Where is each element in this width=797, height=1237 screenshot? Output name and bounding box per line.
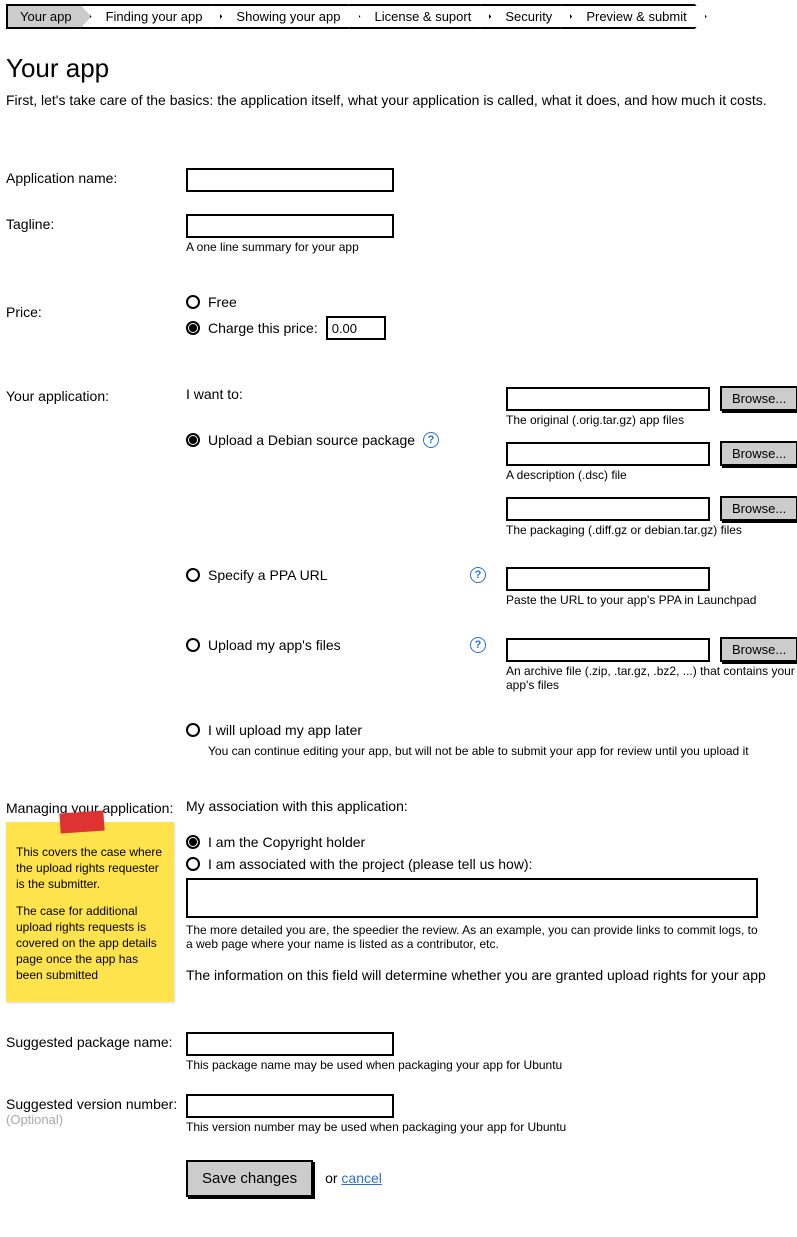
pkg-name-input[interactable] [186,1032,394,1056]
radio-upload-debian[interactable] [186,433,200,447]
managing-info: The information on this field will deter… [186,967,791,983]
opt-later-label: I will upload my app later [208,722,362,738]
help-icon[interactable]: ? [470,637,486,653]
sticky-note: This covers the case where the upload ri… [6,822,174,1002]
orig-hint: The original (.orig.tar.gz) app files [506,413,797,427]
sticky-p2: The case for additional upload rights re… [16,903,164,984]
step-nav: Your app Finding your app Showing your a… [6,4,791,29]
dsc-file-input[interactable] [506,442,710,466]
step-showing[interactable]: Showing your app [210,4,360,29]
radio-upload-files[interactable] [186,638,200,652]
opt-files-label: Upload my app's files [208,637,462,653]
label-pkg: Suggested package name: [6,1032,186,1050]
label-app-name: Application name: [6,168,186,186]
opt-ppa-label: Specify a PPA URL [208,567,462,583]
help-icon[interactable]: ? [470,567,486,583]
radio-associated[interactable] [186,857,200,871]
or-text: or [325,1170,337,1186]
label-price: Price: [6,294,186,320]
label-optional: (Optional) [6,1112,186,1127]
association-hint: The more detailed you are, the speedier … [186,923,758,951]
page-title: Your app [6,53,791,84]
browse-orig-button[interactable]: Browse... [720,386,797,411]
price-free-label: Free [208,294,237,310]
ver-hint: This version number may be used when pac… [186,1120,791,1134]
sticky-p1: This covers the case where the upload ri… [16,844,164,893]
diff-file-input[interactable] [506,497,710,521]
version-input[interactable] [186,1094,394,1118]
browse-diff-button[interactable]: Browse... [720,496,797,521]
browse-dsc-button[interactable]: Browse... [720,441,797,466]
label-tagline: Tagline: [6,214,186,232]
label-ver: Suggested version number: [6,1096,186,1112]
price-charge-label: Charge this price: [208,320,318,336]
i-want-to: I want to: [186,386,486,402]
help-icon[interactable]: ? [423,432,439,448]
step-preview[interactable]: Preview & submit [560,4,706,29]
cancel-link[interactable]: cancel [341,1170,381,1186]
radio-price-charge[interactable] [186,321,200,335]
step-security[interactable]: Security [479,4,572,29]
radio-ppa[interactable] [186,568,200,582]
browse-archive-button[interactable]: Browse... [720,637,797,662]
copyright-label: I am the Copyright holder [208,834,365,850]
diff-hint: The packaging (.diff.gz or debian.tar.gz… [506,523,797,537]
tagline-input[interactable] [186,214,394,238]
dsc-hint: A description (.dsc) file [506,468,797,482]
radio-upload-later[interactable] [186,723,200,737]
managing-heading: My association with this application: [186,798,791,814]
archive-file-input[interactable] [506,638,710,662]
step-your-app[interactable]: Your app [6,4,92,29]
radio-copyright[interactable] [186,835,200,849]
radio-price-free[interactable] [186,295,200,309]
label-your-application: Your application: [6,386,186,404]
page-intro: First, let's take care of the basics: th… [6,92,786,108]
step-license[interactable]: License & suport [349,4,492,29]
pkg-hint: This package name may be used when packa… [186,1058,791,1072]
archive-hint: An archive file (.zip, .tar.gz, .bz2, ..… [506,664,797,692]
opt-debian-label: Upload a Debian source package [208,432,415,448]
step-finding[interactable]: Finding your app [80,4,223,29]
app-name-input[interactable] [186,168,394,192]
save-button[interactable]: Save changes [186,1160,313,1197]
association-textarea[interactable] [186,878,758,918]
tagline-hint: A one line summary for your app [186,240,791,254]
ppa-url-input[interactable] [506,567,710,591]
ppa-hint: Paste the URL to your app's PPA in Launc… [506,593,797,607]
orig-file-input[interactable] [506,387,710,411]
price-input[interactable] [326,316,386,340]
later-hint: You can continue editing your app, but w… [208,744,797,758]
associated-label: I am associated with the project (please… [208,856,533,872]
